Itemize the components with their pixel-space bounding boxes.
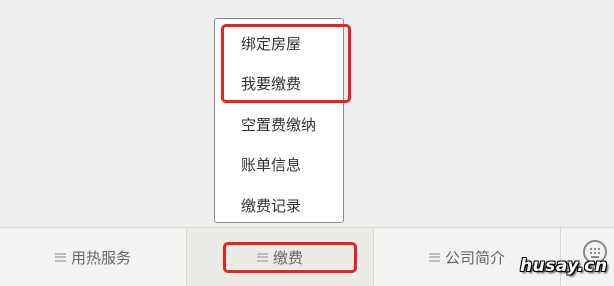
- tab-label: 公司简介: [444, 248, 505, 267]
- watermark: husay.cn: [520, 256, 608, 276]
- tab-label: 用热服务: [70, 248, 131, 267]
- menu-item-vacancy-fee[interactable]: 空置费缴纳: [241, 115, 316, 135]
- menu-icon: [428, 252, 440, 262]
- menu-item-payment-records[interactable]: 缴费记录: [241, 196, 301, 216]
- menu-item-bill-info[interactable]: 账单信息: [241, 155, 301, 175]
- tab-heating-service[interactable]: 用热服务: [0, 228, 186, 286]
- menu-icon: [54, 252, 66, 262]
- highlight-box-tab: [223, 242, 357, 273]
- highlight-box-menu: [221, 24, 351, 103]
